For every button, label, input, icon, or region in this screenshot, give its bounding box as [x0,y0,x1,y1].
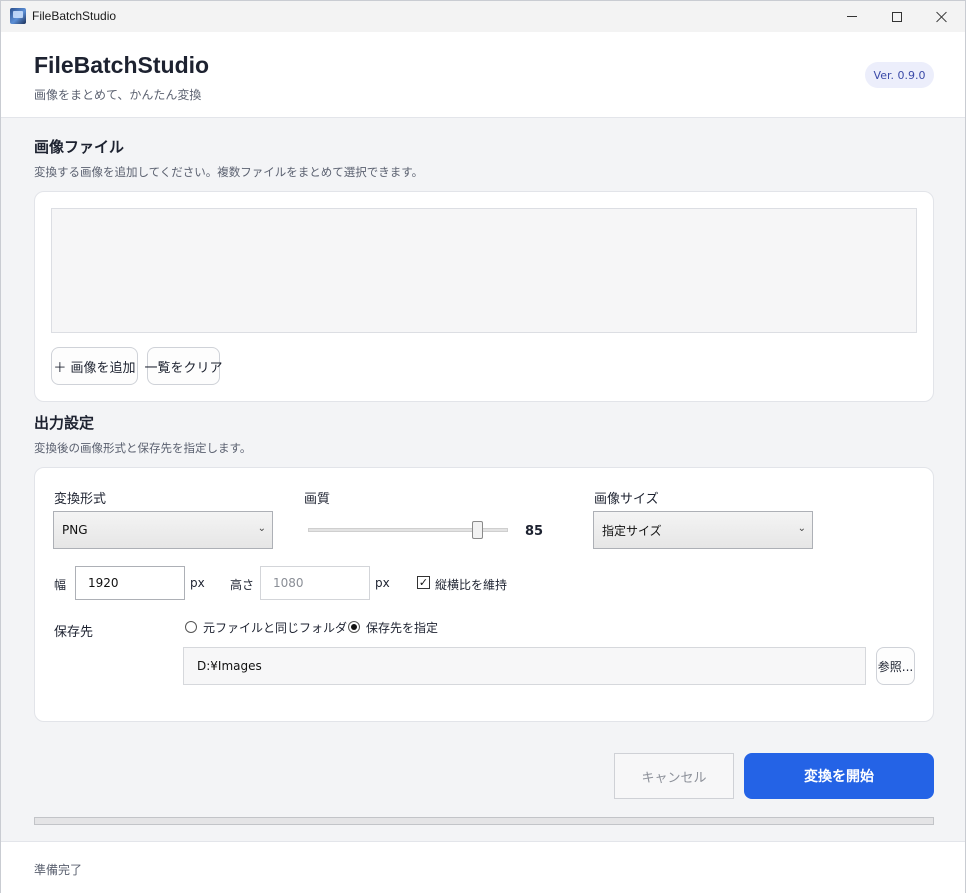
width-unit: px [190,576,205,590]
chevron-down-icon: ⌄ [257,523,266,534]
format-select[interactable]: PNG ⌄ [53,511,273,549]
height-label: 高さ [230,578,255,592]
cancel-button[interactable]: キャンセル [614,753,734,799]
version-badge: Ver. 0.9.0 [865,62,934,88]
height-unit: px [375,576,390,590]
file-list[interactable] [51,208,917,333]
browse-button[interactable]: 参照... [876,647,915,685]
height-input[interactable]: 1080 [260,566,370,600]
format-select-value: PNG [62,523,88,537]
save-location-label: 保存先 [54,625,94,640]
start-conversion-button[interactable]: 変換を開始 [744,753,934,799]
minimize-icon [847,16,857,17]
minimize-button[interactable] [829,1,875,32]
close-button[interactable] [919,1,965,32]
close-icon [936,11,948,23]
keep-ratio-checkbox[interactable]: ✓ [417,576,430,589]
chevron-down-icon: ⌄ [797,523,806,534]
width-input[interactable]: 1920 [75,566,185,600]
output-section-title: 出力設定 [34,414,95,432]
maximize-icon [892,11,902,22]
files-section-title: 画像ファイル [34,138,125,156]
quality-value: 85 [525,524,544,539]
size-select[interactable]: 指定サイズ ⌄ [593,511,813,549]
radio-same-folder[interactable] [185,621,197,633]
size-select-value: 指定サイズ [602,523,662,538]
progress-bar [34,817,934,825]
keep-ratio-label: 縦横比を維持 [435,578,508,592]
app-subtitle: 画像をまとめて、かんたん変換 [34,88,202,102]
app-window: FileBatchStudio FileBatchStudio 画像をまとめて、… [0,0,966,893]
files-card: ＋ 画像を追加 一覧をクリア [34,191,934,402]
app-header: FileBatchStudio 画像をまとめて、かんたん変換 Ver. 0.9.… [1,32,965,118]
radio-same-folder-label: 元ファイルと同じフォルダー [203,621,360,635]
app-icon [10,8,26,24]
title-bar: FileBatchStudio [1,1,965,32]
format-label: 変換形式 [54,492,107,507]
quality-slider-thumb[interactable] [472,521,483,539]
radio-specify-folder[interactable] [348,621,360,633]
width-label: 幅 [54,578,67,592]
output-section-description: 変換後の画像形式と保存先を指定します。 [34,441,252,455]
status-bar: 準備完了 [1,841,965,893]
output-card: 変換形式 PNG ⌄ 画質 85 画像サイズ 指定サイズ ⌄ 幅 1920 px… [34,467,934,722]
size-label: 画像サイズ [594,492,659,507]
window-title: FileBatchStudio [32,9,117,23]
files-section-description: 変換する画像を追加してください。複数ファイルをまとめて選択できます。 [34,165,424,179]
save-path-field[interactable]: D:¥Images [183,647,866,685]
clear-list-button[interactable]: 一覧をクリア [145,347,223,385]
maximize-button[interactable] [874,1,920,32]
add-image-button[interactable]: ＋ 画像を追加 [51,347,138,385]
app-title: FileBatchStudio [34,52,210,78]
status-text: 準備完了 [34,863,83,877]
quality-label: 画質 [304,492,331,507]
radio-specify-folder-label: 保存先を指定 [366,621,439,635]
